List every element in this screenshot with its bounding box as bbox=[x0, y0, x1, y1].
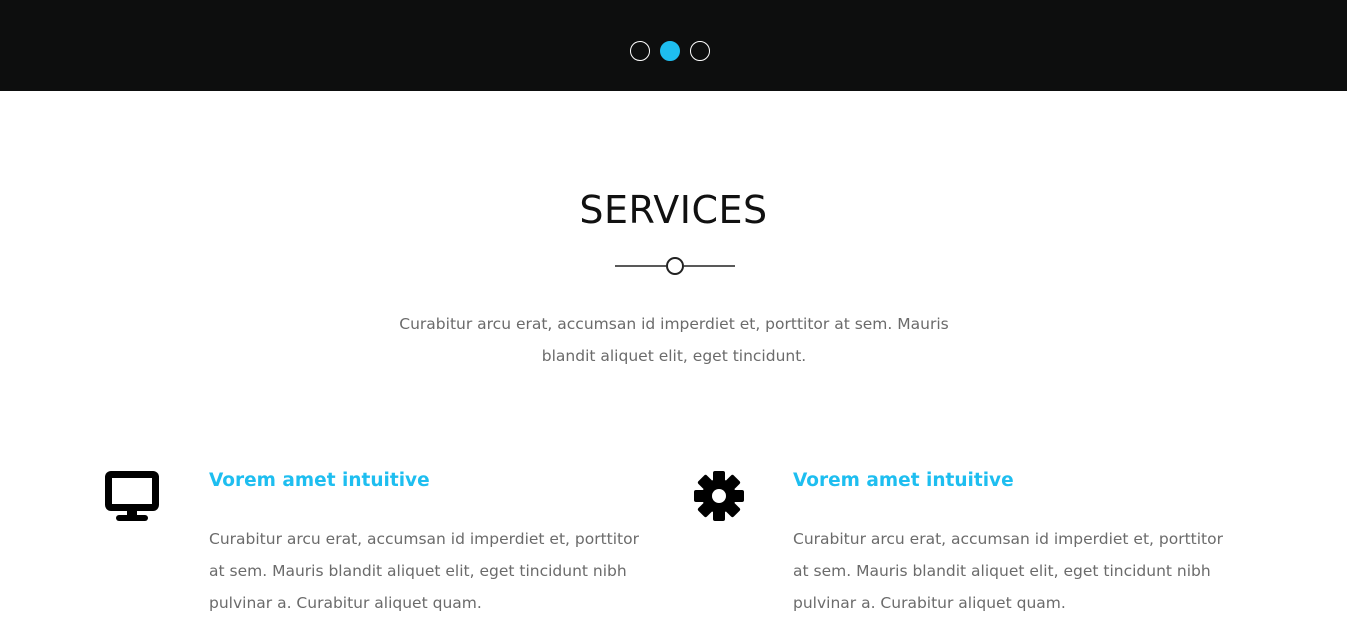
slider-dot-1[interactable] bbox=[630, 41, 650, 61]
service-description: Curabitur arcu erat, accumsan id imperdi… bbox=[793, 530, 1223, 612]
hero-slider bbox=[0, 0, 1347, 91]
service-description: Curabitur arcu erat, accumsan id imperdi… bbox=[209, 530, 639, 612]
slider-dot-2[interactable] bbox=[660, 41, 680, 61]
slider-pagination bbox=[630, 41, 710, 61]
gear-icon bbox=[694, 471, 744, 521]
title-divider bbox=[615, 257, 735, 275]
section-title: SERVICES bbox=[579, 188, 768, 232]
service-heading: Vorem amet intuitive bbox=[793, 470, 1014, 491]
slider-dot-3[interactable] bbox=[690, 41, 710, 61]
section-intro: Curabitur arcu erat, accumsan id imperdi… bbox=[399, 315, 949, 365]
desktop-icon bbox=[105, 471, 159, 521]
service-heading: Vorem amet intuitive bbox=[209, 470, 430, 491]
